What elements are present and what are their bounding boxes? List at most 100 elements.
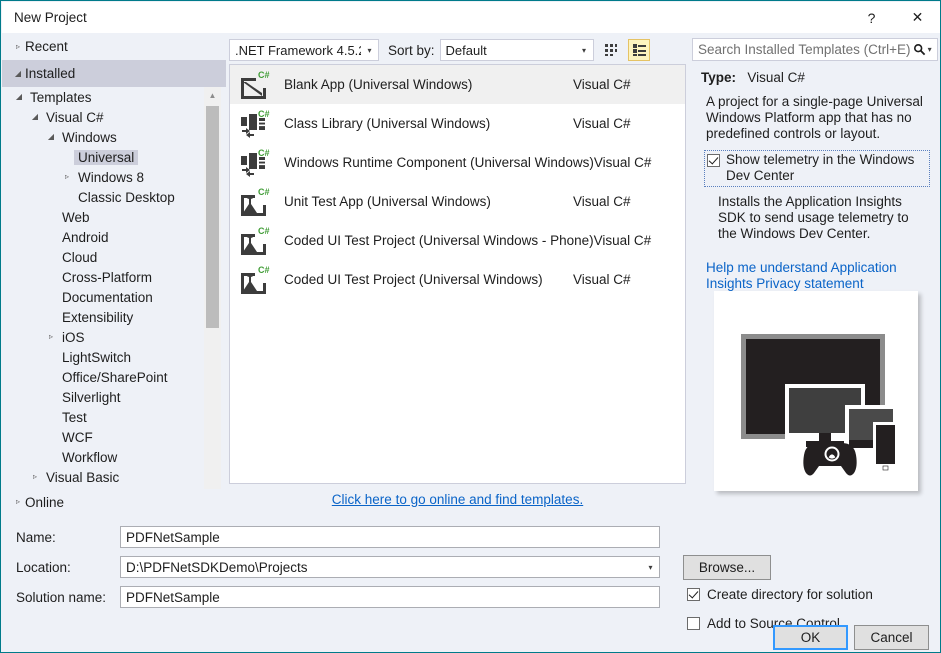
- tree-node-visual-c-[interactable]: ◢ Visual C#: [2, 107, 204, 127]
- chevron-right-icon[interactable]: ▹: [28, 467, 42, 487]
- solution-name-input[interactable]: PDFNetSample: [120, 586, 660, 608]
- tree-node-office-sharepoint[interactable]: Office/SharePoint: [2, 367, 204, 387]
- tree-node-cross-platform[interactable]: Cross-Platform: [2, 267, 204, 287]
- telemetry-checkbox[interactable]: [707, 154, 720, 167]
- add-source-control-checkbox[interactable]: [687, 617, 700, 630]
- chevron-down-icon[interactable]: ◢: [12, 87, 26, 107]
- template-language: Visual C#: [593, 233, 652, 248]
- telemetry-option[interactable]: Show telemetry in the Windows Dev Center: [704, 150, 930, 187]
- ok-button[interactable]: OK: [773, 625, 848, 650]
- tree-node-label: Workflow: [62, 449, 118, 465]
- tree-node-android[interactable]: Android: [2, 227, 204, 247]
- scroll-up-icon[interactable]: ▲: [204, 87, 221, 104]
- chevron-down-icon[interactable]: ◢: [28, 107, 42, 127]
- tree-node-windows-8[interactable]: ▹ Windows 8: [2, 167, 204, 187]
- browse-button[interactable]: Browse...: [683, 555, 771, 580]
- new-project-dialog: New Project ? ✕ ▹ Recent ◢ Installed ◢ Te…: [0, 0, 941, 653]
- chevron-right-icon[interactable]: ▹: [60, 167, 74, 187]
- project-location-input[interactable]: D:\PDFNetSDKDemo\Projects ▾: [120, 556, 660, 578]
- tree-node-label: LightSwitch: [62, 349, 132, 365]
- tree-node-extensibility[interactable]: Extensibility: [2, 307, 204, 327]
- project-name-input[interactable]: PDFNetSample: [120, 526, 660, 548]
- sidebar-item-label-recent: Recent: [25, 39, 68, 54]
- help-icon[interactable]: ?: [849, 2, 894, 33]
- tree-node-visual-basic[interactable]: ▹ Visual Basic: [2, 467, 204, 487]
- find-templates-online-link[interactable]: Click here to go online and find templat…: [332, 492, 583, 507]
- tree-node-label: Test: [62, 409, 87, 425]
- chevron-right-icon: ▹: [15, 41, 20, 51]
- title-bar: New Project ? ✕: [2, 2, 940, 33]
- framework-version-select[interactable]: .NET Framework 4.5.2 ▾: [229, 39, 379, 61]
- template-description: A project for a single-page Universal Wi…: [706, 94, 923, 141]
- create-directory-label: Create directory for solution: [707, 587, 873, 602]
- cancel-button[interactable]: Cancel: [854, 625, 929, 650]
- tree-node-cloud[interactable]: Cloud: [2, 247, 204, 267]
- test-flask-icon: C#: [238, 186, 270, 218]
- tree-node-label: WCF: [62, 429, 93, 445]
- create-directory-option[interactable]: Create directory for solution: [687, 587, 873, 602]
- chevron-right-icon[interactable]: ▹: [44, 327, 58, 347]
- svg-text:C#: C#: [258, 187, 270, 197]
- sidebar-item-label-installed: Installed: [25, 66, 76, 81]
- tree-node-documentation[interactable]: Documentation: [2, 287, 204, 307]
- chevron-right-icon: ▹: [15, 497, 20, 506]
- template-list-item[interactable]: C# Class Library (Universal Windows) Visua…: [230, 104, 685, 143]
- medium-icons-view-button[interactable]: [627, 39, 650, 61]
- test-flask-icon: C#: [238, 225, 270, 257]
- class-library-icon: C#: [238, 108, 270, 140]
- tree-node-universal[interactable]: Universal: [2, 147, 204, 167]
- tree-node-test[interactable]: Test: [2, 407, 204, 427]
- category-tree: ◢ Templates ◢ Visual C# ◢ Windows Universal ▹ Wi…: [2, 87, 204, 514]
- location-field-row: Location: D:\PDFNetSDKDemo\Projects ▾: [2, 556, 692, 578]
- chevron-down-icon[interactable]: ▾: [928, 45, 937, 54]
- sidebar-item-recent[interactable]: ▹ Recent: [2, 33, 226, 60]
- name-field-row: Name: PDFNetSample: [2, 526, 692, 548]
- test-flask-icon: C#: [238, 264, 270, 296]
- template-list-item[interactable]: C# Coded UI Test Project (Universal Windo…: [230, 221, 685, 260]
- template-list-item[interactable]: C# Coded UI Test Project (Universal Windo…: [230, 260, 685, 299]
- search-icon: [910, 43, 927, 56]
- name-label: Name:: [16, 529, 56, 545]
- template-language: Visual C#: [573, 194, 631, 209]
- tree-node-label: Android: [62, 229, 109, 245]
- template-list[interactable]: C# Blank App (Universal Windows) Visual C#…: [229, 64, 686, 484]
- tree-node-label: iOS: [62, 329, 85, 345]
- solution-name-field-row: Solution name: PDFNetSample: [2, 586, 692, 608]
- close-icon[interactable]: ✕: [894, 2, 940, 33]
- scrollbar-thumb[interactable]: [206, 106, 219, 328]
- tree-node-web[interactable]: Web: [2, 207, 204, 227]
- template-name: Coded UI Test Project (Universal Windows…: [284, 272, 543, 287]
- template-list-item[interactable]: C# Windows Runtime Component (Universal W…: [230, 143, 685, 182]
- template-list-item[interactable]: C# Unit Test App (Universal Windows) Visua…: [230, 182, 685, 221]
- svg-text:C#: C#: [258, 109, 270, 119]
- blank-app-icon: C#: [238, 69, 270, 101]
- tree-node-classic-desktop[interactable]: Classic Desktop: [2, 187, 204, 207]
- tree-node-workflow[interactable]: Workflow: [2, 447, 204, 467]
- tree-node-windows[interactable]: ◢ Windows: [2, 127, 204, 147]
- tree-node-templates[interactable]: ◢ Templates: [2, 87, 204, 107]
- search-templates-input[interactable]: Search Installed Templates (Ctrl+E) ▾: [692, 38, 938, 61]
- chevron-down-icon[interactable]: ▾: [642, 563, 659, 572]
- chevron-down-icon[interactable]: ◢: [44, 127, 58, 147]
- sidebar-item-installed[interactable]: ◢ Installed: [2, 60, 226, 87]
- tree-node-wcf[interactable]: WCF: [2, 427, 204, 447]
- small-icons-view-button[interactable]: [600, 39, 622, 61]
- sort-by-select[interactable]: Default ▾: [439, 39, 594, 61]
- tree-scrollbar[interactable]: ▲ ▼: [204, 87, 221, 514]
- template-language: Visual C#: [573, 116, 631, 131]
- tree-node-lightswitch[interactable]: LightSwitch: [2, 347, 204, 367]
- tree-node-silverlight[interactable]: Silverlight: [2, 387, 204, 407]
- tree-node-label: Visual C#: [46, 109, 104, 125]
- create-directory-checkbox[interactable]: [687, 588, 700, 601]
- template-name: Coded UI Test Project (Universal Windows…: [284, 233, 594, 248]
- tree-node-label: Extensibility: [62, 309, 134, 325]
- template-name: Windows Runtime Component (Universal Win…: [284, 155, 594, 170]
- template-type-label: Type:: [701, 70, 737, 85]
- application-insights-privacy-link[interactable]: Help me understand Application Insights …: [706, 260, 928, 292]
- location-label: Location:: [16, 559, 71, 575]
- tree-node-label: Universal: [74, 149, 139, 165]
- sidebar-item-online[interactable]: ▹ Online: [2, 489, 226, 515]
- tree-node-ios[interactable]: ▹ iOS: [2, 327, 204, 347]
- template-list-item[interactable]: C# Blank App (Universal Windows) Visual C#: [230, 65, 685, 104]
- templates-toolbar: .NET Framework 4.5.2 ▾ Sort by: Default …: [229, 38, 685, 62]
